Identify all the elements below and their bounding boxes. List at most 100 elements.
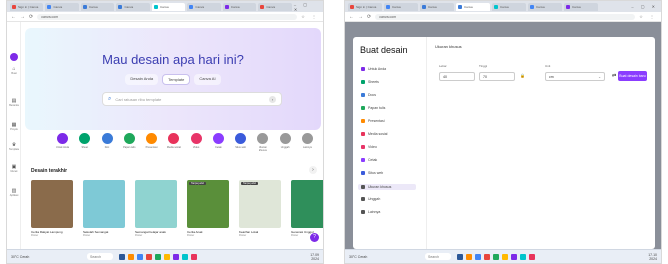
reload-icon[interactable]: ⟳: [367, 14, 371, 20]
window-controls-icon[interactable]: – ▢ ✕: [294, 2, 323, 12]
forward-icon[interactable]: →: [20, 14, 25, 20]
browser-actions-icon[interactable]: ☆ ⋮: [301, 14, 319, 19]
unit-select[interactable]: cm ⌄: [545, 72, 605, 81]
category-item[interactable]: Sheet: [77, 133, 92, 152]
category-item[interactable]: Situs web: [233, 133, 248, 152]
taskbar-app-icon[interactable]: [173, 253, 179, 260]
menu-item[interactable]: Presentasi: [361, 119, 385, 123]
browser-tab[interactable]: Canva: [45, 2, 79, 11]
category-item[interactable]: Ukuran khusus: [255, 133, 270, 152]
taskbar-search[interactable]: Search: [425, 253, 451, 260]
category-item[interactable]: Media sosial: [166, 133, 181, 152]
hero-chip[interactable]: Template: [162, 74, 191, 85]
url-field[interactable]: canva.com: [375, 13, 636, 20]
browser-tab[interactable]: Sign in | Canva: [10, 2, 44, 11]
taskbar-app-icon[interactable]: [119, 253, 125, 260]
category-item[interactable]: Unggah: [278, 133, 293, 152]
menu-item[interactable]: Video: [361, 145, 377, 149]
sidebar-item[interactable]: ▥ Aplikasi: [9, 188, 19, 197]
back-icon[interactable]: ←: [11, 14, 16, 20]
taskbar-app-icon[interactable]: [146, 253, 152, 260]
menu-item[interactable]: Media sosial: [361, 132, 387, 136]
back-icon[interactable]: ←: [349, 14, 354, 20]
weather-widget[interactable]: 30°C Cerah: [11, 255, 35, 259]
taskbar-search[interactable]: Search: [87, 253, 113, 260]
browser-tab[interactable]: Canva: [384, 2, 418, 11]
taskbar-app-icon[interactable]: [529, 253, 535, 260]
search-submit-button[interactable]: ›: [269, 95, 276, 103]
taskbar-app-icon[interactable]: [164, 253, 170, 260]
width-field[interactable]: 40: [439, 72, 475, 81]
design-thumbnail[interactable]: Tanpa judul: [187, 180, 229, 228]
browser-tab[interactable]: Canva: [258, 2, 292, 11]
search-input[interactable]: Cari ratusan ribu template: [115, 97, 265, 102]
window-controls-icon[interactable]: – ▢ ✕: [631, 4, 661, 9]
design-thumbnail[interactable]: [291, 180, 323, 228]
design-thumbnail[interactable]: [83, 180, 125, 228]
browser-tab[interactable]: Sign in | Canva: [348, 2, 382, 11]
menu-item[interactable]: Cetak: [361, 158, 377, 162]
system-clock[interactable]: 17.09 2024: [310, 253, 319, 261]
taskbar-app-icon[interactable]: [137, 253, 143, 260]
design-card[interactable]: Semangat belajar anak Poster: [135, 180, 177, 237]
menu-item[interactable]: Lainnya: [361, 210, 380, 214]
category-item[interactable]: Cetak: [211, 133, 226, 152]
menu-item[interactable]: Papan tulis: [361, 106, 385, 110]
sidebar-item[interactable]: ⌂ Buat: [9, 66, 19, 75]
system-clock[interactable]: 17.10 2024: [648, 253, 657, 261]
design-card[interactable]: Sekolah Semangat Poster: [83, 180, 125, 237]
hero-chip[interactable]: Canva AI: [194, 74, 221, 85]
category-item[interactable]: Lainnya: [300, 133, 315, 152]
browser-tab[interactable]: Canva: [456, 2, 490, 11]
url-field[interactable]: canva.com: [37, 13, 298, 20]
browser-tab[interactable]: Canva: [564, 2, 598, 11]
browser-tab[interactable]: Canva: [420, 2, 454, 11]
search-bar[interactable]: ⌕ Cari ratusan ribu template ›: [102, 92, 282, 106]
taskbar-app-icon[interactable]: [511, 253, 517, 260]
design-card[interactable]: Cerita Rakyat Lampung Poster: [31, 180, 73, 237]
browser-tab[interactable]: Canva: [222, 2, 257, 11]
menu-item[interactable]: Ukuran khusus: [358, 184, 416, 190]
design-card[interactable]: Tanpa judul Cerita Anak Poster: [187, 180, 229, 237]
sidebar-item[interactable]: ▣ Merek: [9, 164, 19, 173]
category-item[interactable]: Papan tulis: [122, 133, 137, 152]
create-new-design-button[interactable]: Buat desain baru: [618, 71, 647, 81]
menu-item[interactable]: Sheets: [361, 80, 379, 84]
browser-tab[interactable]: Canva: [80, 2, 115, 11]
taskbar-app-icon[interactable]: [484, 253, 490, 260]
category-item[interactable]: Doc: [100, 133, 115, 152]
taskbar-app-icon[interactable]: [493, 253, 499, 260]
menu-item[interactable]: Untuk Anda: [361, 67, 386, 71]
weather-widget[interactable]: 30°C Cerah: [349, 255, 373, 259]
scroll-right-button[interactable]: ›: [309, 166, 317, 174]
menu-item[interactable]: Docs: [361, 93, 376, 97]
design-card[interactable]: Tanpa judul Kearifan Lokal Poster: [239, 180, 281, 237]
forward-icon[interactable]: →: [358, 14, 363, 20]
create-button-icon[interactable]: [10, 53, 18, 61]
lock-ratio-icon[interactable]: 🔒: [520, 73, 525, 78]
taskbar-app-icon[interactable]: [182, 253, 188, 260]
design-thumbnail[interactable]: [135, 180, 177, 228]
menu-item[interactable]: Unggah: [361, 197, 380, 201]
design-thumbnail[interactable]: [31, 180, 73, 228]
taskbar-app-icon[interactable]: [155, 253, 161, 260]
height-field[interactable]: 70: [479, 72, 515, 81]
design-card[interactable]: Generasi Unggul Poster: [291, 180, 323, 237]
browser-tab[interactable]: Canva: [528, 2, 562, 11]
help-button[interactable]: ?: [310, 233, 319, 242]
browser-actions-icon[interactable]: ☆ ⋮: [639, 14, 657, 19]
browser-tab[interactable]: Canva: [187, 2, 221, 11]
sidebar-item[interactable]: ♛ Template: [9, 142, 19, 151]
browser-tab[interactable]: Canva: [492, 2, 526, 11]
reload-icon[interactable]: ⟳: [29, 14, 33, 20]
swap-dimensions-icon[interactable]: ⇄: [612, 73, 616, 79]
taskbar-app-icon[interactable]: [520, 253, 526, 260]
taskbar-app-icon[interactable]: [466, 253, 472, 260]
taskbar-app-icon[interactable]: [475, 253, 481, 260]
browser-tab[interactable]: Canva: [116, 2, 150, 11]
taskbar-app-icon[interactable]: [502, 253, 508, 260]
category-item[interactable]: Presentasi: [144, 133, 159, 152]
sidebar-item[interactable]: ▦ Proyek: [9, 122, 19, 131]
browser-tab[interactable]: Canva: [151, 2, 186, 11]
category-item[interactable]: Untuk Anda: [55, 133, 70, 152]
